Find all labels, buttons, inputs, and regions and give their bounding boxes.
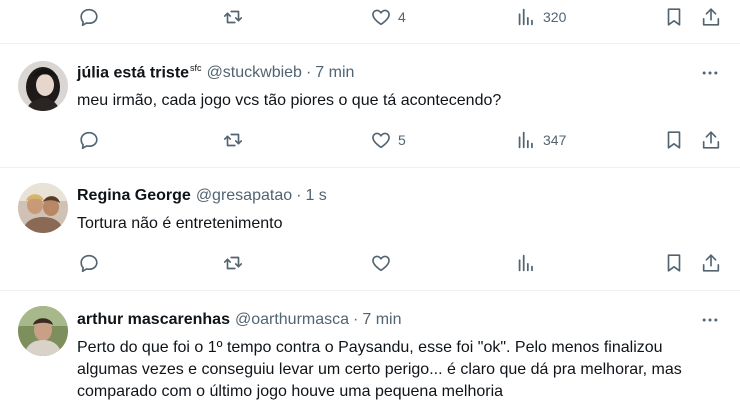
avatar[interactable] [18,306,68,356]
share-button[interactable] [700,124,722,156]
avatar[interactable] [18,183,68,233]
more-icon [702,318,718,322]
tweet-text: meu irmão, cada jogo vcs tão piores o qu… [77,92,502,109]
views-count: 320 [543,9,567,25]
views-icon [518,8,533,26]
like-icon [372,255,390,272]
reply-button[interactable] [78,124,100,156]
reply-icon [80,254,98,273]
retweet-button[interactable] [222,1,244,33]
share-icon [702,254,720,272]
tweet[interactable]: Regina George @gresapatao · 1 s Tortura … [0,168,740,290]
retweet-button[interactable] [222,247,244,279]
handle[interactable]: @stuckwbieb [207,64,302,82]
reply-button[interactable] [78,247,100,279]
separator-dot: · [353,311,359,328]
display-name[interactable]: Regina George [77,187,191,205]
tweet-text: Tortura não é entretenimento [77,215,283,232]
like-count: 5 [398,132,406,148]
tweet-header: Regina George @gresapatao · 1 s [77,185,327,207]
tweet-header: arthur mascarenhas @oarthurmasca · 7 min [77,309,401,331]
share-icon [702,8,720,26]
separator-dot: · [305,64,312,81]
tweet[interactable]: arthur mascarenhas @oarthurmasca · 7 min… [0,291,740,416]
more-button[interactable] [698,62,722,84]
more-icon [702,71,718,75]
handle[interactable]: @gresapatao [196,187,292,205]
like-icon [372,132,390,149]
retweet-icon [223,256,243,270]
retweet-icon [223,10,243,24]
like-count: 4 [398,9,406,25]
bookmark-button[interactable] [663,247,685,279]
views-button[interactable]: 320 [515,1,566,33]
timestamp[interactable]: 1 s [305,187,326,205]
retweet-button[interactable] [222,124,244,156]
views-count: 347 [543,132,567,148]
bookmark-icon [667,131,681,149]
timestamp[interactable]: 7 min [362,311,401,329]
bookmark-button[interactable] [663,1,685,33]
tweet-text: Perto do que foi o 1º tempo contra o Pay… [77,339,682,400]
tweet-actions: 5 347 [0,124,740,156]
like-icon [372,9,390,26]
avatar[interactable] [18,61,68,111]
timestamp[interactable]: 7 min [315,64,354,82]
like-button[interactable]: 4 [370,1,406,33]
more-button[interactable] [698,309,722,331]
reply-button[interactable] [78,1,100,33]
retweet-icon [223,133,243,147]
reply-icon [80,131,98,150]
tweet-actions: 4 320 [0,1,740,33]
views-button[interactable] [515,247,543,279]
views-button[interactable]: 347 [515,124,566,156]
like-button[interactable] [370,247,398,279]
share-button[interactable] [700,247,722,279]
bookmark-button[interactable] [663,124,685,156]
share-button[interactable] [700,1,722,33]
views-icon [518,254,533,272]
display-name[interactable]: arthur mascarenhas [77,311,230,329]
reply-icon [80,8,98,27]
bookmark-icon [667,254,681,272]
like-button[interactable]: 5 [370,124,406,156]
display-name[interactable]: júlia está tristesfc [77,63,202,82]
separator-dot: · [296,187,302,204]
name-suffix: sfc [190,63,202,74]
handle[interactable]: @oarthurmasca [235,311,349,329]
tweet-actions [0,247,740,279]
tweet-header: júlia está tristesfc @stuckwbieb · 7 min [77,62,354,84]
views-icon [518,131,533,149]
share-icon [702,131,720,149]
tweet[interactable]: júlia está tristesfc @stuckwbieb · 7 min… [0,44,740,167]
bookmark-icon [667,8,681,26]
